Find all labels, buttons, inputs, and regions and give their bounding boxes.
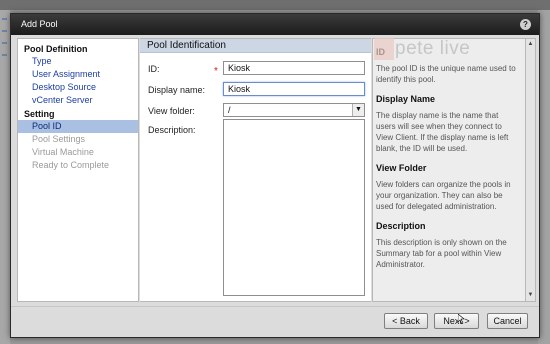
nav-item-pool-id[interactable]: Pool ID [18, 120, 138, 133]
help-scrollbar[interactable]: ▲ ▼ [526, 38, 536, 302]
background-left-panel [0, 10, 10, 344]
display-name-label: Display name: [148, 85, 206, 95]
help-panel: ID The pool ID is the unique name used t… [372, 38, 526, 302]
nav-item-ready-to-complete: Ready to Complete [32, 160, 110, 170]
nav-section-setting: Setting [24, 109, 55, 119]
display-name-field[interactable]: Kiosk [223, 82, 365, 96]
nav-item-virtual-machine: Virtual Machine [32, 147, 94, 157]
mouse-pointer-icon [458, 314, 465, 324]
scroll-up-icon[interactable]: ▲ [527, 41, 534, 48]
id-field[interactable]: Kiosk [223, 61, 365, 75]
watermark-logo [374, 38, 394, 60]
pool-identification-panel: Pool Identification ID: * Kiosk Display … [140, 38, 371, 302]
wizard-nav: Pool Definition Type User Assignment Des… [17, 38, 139, 302]
add-pool-dialog: Add Pool ? Pool Definition Type User Ass… [10, 13, 540, 338]
view-folder-select[interactable]: / ▼ [223, 103, 365, 117]
background-tick [2, 42, 7, 44]
help-text-view-folder: View folders can organize the pools in y… [376, 180, 511, 211]
background-toolbar [0, 0, 550, 10]
chevron-down-icon[interactable]: ▼ [352, 104, 364, 116]
background-tick [2, 18, 7, 20]
nav-item-type[interactable]: Type [18, 55, 138, 68]
nav-section-pool-definition: Pool Definition [24, 44, 88, 54]
help-heading-view-folder: View Folder [376, 163, 427, 173]
view-folder-label: View folder: [148, 106, 195, 116]
required-marker: * [214, 66, 218, 77]
nav-item-pool-settings: Pool Settings [32, 134, 86, 144]
next-button[interactable]: Next > [434, 313, 479, 329]
nav-item-user-assignment[interactable]: User Assignment [18, 68, 138, 81]
view-folder-value: / [228, 105, 231, 115]
help-icon[interactable]: ? [520, 19, 531, 30]
background-tick [2, 54, 7, 56]
description-label: Description: [148, 125, 196, 135]
dialog-title: Add Pool [21, 19, 58, 29]
help-heading-description: Description [376, 221, 426, 231]
description-textarea[interactable] [223, 119, 365, 296]
back-button[interactable]: < Back [384, 313, 428, 329]
nav-item-desktop-source[interactable]: Desktop Source [18, 81, 138, 94]
panel-title: Pool Identification [140, 39, 371, 53]
help-text-id: The pool ID is the unique name used to i… [376, 64, 516, 84]
help-heading-display-name: Display Name [376, 94, 436, 104]
help-text-display-name: The display name is the name that users … [376, 111, 509, 153]
dialog-titlebar: Add Pool ? [11, 14, 539, 35]
background-tick [2, 30, 7, 32]
scroll-down-icon[interactable]: ▼ [527, 292, 534, 299]
watermark-text: pete live [395, 38, 471, 59]
cancel-button[interactable]: Cancel [487, 313, 528, 329]
nav-item-vcenter-server[interactable]: vCenter Server [18, 94, 138, 107]
help-text-description: This description is only shown on the Su… [376, 238, 507, 269]
id-label: ID: [148, 64, 160, 74]
